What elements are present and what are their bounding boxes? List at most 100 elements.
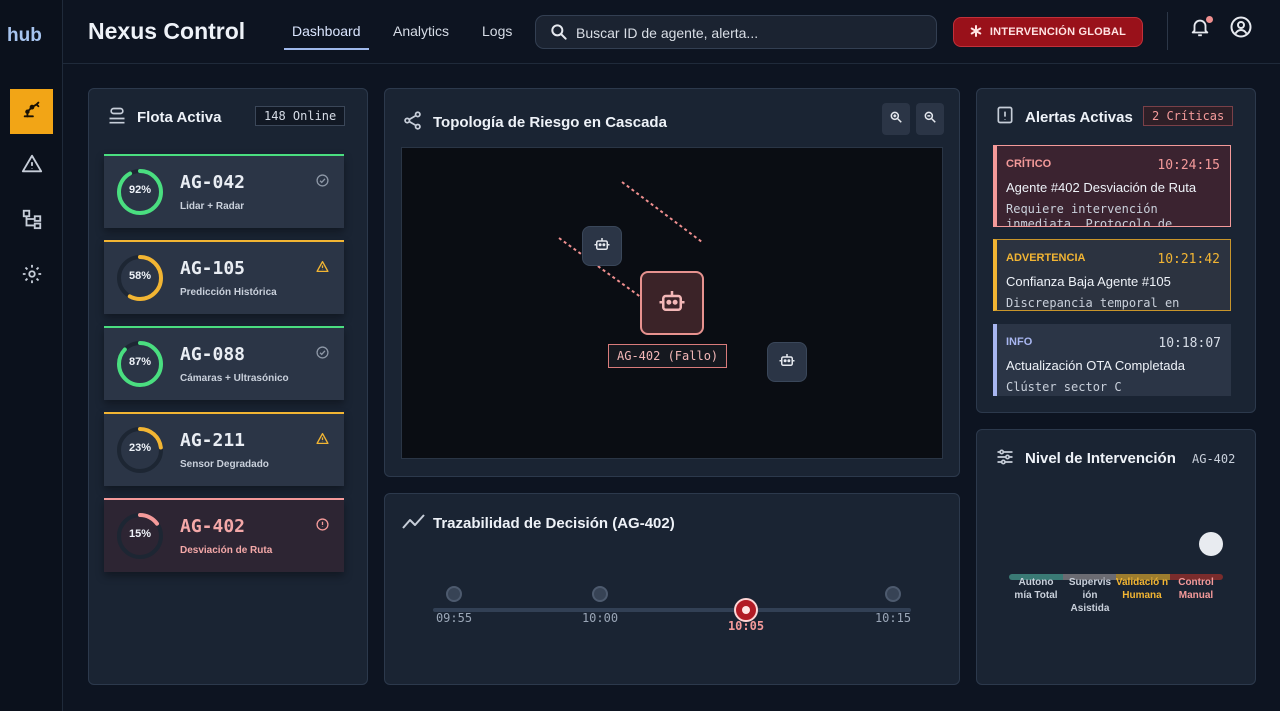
agent-id: AG-088 <box>180 344 246 365</box>
warning-icon <box>316 260 329 278</box>
agent-sensor: Predicción Histórica <box>180 287 277 298</box>
alerts-title: Alertas Activas <box>1025 109 1133 126</box>
zoom-out-button[interactable] <box>916 103 944 135</box>
timeline-point[interactable] <box>592 586 608 602</box>
agent-card[interactable]: 15% AG-402 Desviación de Ruta <box>104 498 344 572</box>
agent-sensor: Sensor Degradado <box>180 459 269 470</box>
sliders-icon <box>995 447 1015 472</box>
tab-analytics[interactable]: Analytics <box>393 23 449 39</box>
agent-sensor: Desviación de Ruta <box>180 545 273 556</box>
gear-icon <box>21 263 43 290</box>
alert-item[interactable]: INFO 10:18:07 Actualización OTA Completada… <box>993 324 1231 396</box>
level-validation-label[interactable]: Validació n Humana <box>1115 576 1169 602</box>
intervention-title: Nivel de Intervención <box>1025 450 1176 467</box>
agent-node[interactable] <box>767 342 807 382</box>
agent-sensor: Lidar + Radar <box>180 201 245 212</box>
alert-description: Discrepancia temporal en <box>1006 296 1180 310</box>
alert-title: Agente #402 Desviación de Ruta <box>1006 180 1197 195</box>
nav-settings[interactable] <box>10 254 53 299</box>
timeline-time: 09:55 <box>435 611 473 625</box>
agent-node[interactable] <box>582 226 622 266</box>
alert-time: 10:18:07 <box>1158 336 1221 351</box>
alert-title: Actualización OTA Completada <box>1006 358 1185 373</box>
tab-dashboard[interactable]: Dashboard <box>292 23 361 39</box>
alert-time: 10:21:42 <box>1157 252 1220 267</box>
topology-icon <box>21 208 43 235</box>
top-bar: Nexus Control Dashboard Analytics Logs B… <box>63 0 1280 64</box>
trend-icon <box>402 513 426 536</box>
alert-item[interactable]: ADVERTENCIA 10:21:42 Confianza Baja Agente… <box>993 239 1231 311</box>
agent-id: AG-211 <box>180 430 246 451</box>
alert-box-icon <box>995 105 1015 130</box>
alert-time: 10:24:15 <box>1157 158 1220 173</box>
topology-title: Topología de Riesgo en Cascada <box>433 114 667 131</box>
agent-sensor: Cámaras + Ultrasónico <box>180 373 289 384</box>
confidence-value: 15% <box>128 528 152 540</box>
level-supervision-label[interactable]: Supervis ión Asistida <box>1063 576 1117 615</box>
zoom-out-icon <box>923 110 937 129</box>
search-input[interactable]: Buscar ID de agente, alerta... <box>535 15 937 49</box>
robot-icon <box>778 351 796 374</box>
error-circle-icon <box>316 518 329 536</box>
fleet-panel: Flota Activa 148 Online 92% AG-042 Lidar +… <box>88 88 368 685</box>
check-circle-icon <box>316 174 329 192</box>
level-manual-label[interactable]: Control Manual <box>1169 576 1223 602</box>
nav-topology[interactable] <box>10 199 53 244</box>
alert-level: CRÍTICO <box>1006 158 1052 170</box>
warning-icon <box>316 432 329 450</box>
level-autonomy-label[interactable]: Autono mía Total <box>1009 576 1063 602</box>
tab-logs[interactable]: Logs <box>482 23 512 39</box>
topology-panel: Topología de Riesgo en Cascada AG-402 (F… <box>384 88 960 477</box>
robot-arm-icon <box>21 98 43 125</box>
timeline-time: 10:00 <box>581 611 619 625</box>
online-count-badge: 148 Online <box>255 106 346 126</box>
share-nodes-icon <box>402 110 423 136</box>
decision-trace-panel: Trazabilidad de Decisión (AG-402) 09:55 1… <box>384 493 960 685</box>
confidence-value: 58% <box>128 270 152 282</box>
confidence-value: 23% <box>128 442 152 454</box>
alerts-panel: Alertas Activas 2 Críticas CRÍTICO 10:24:… <box>976 88 1256 413</box>
intervention-slider-thumb[interactable] <box>1199 532 1223 556</box>
header-divider <box>1167 12 1168 50</box>
timeline-time: 10:05 <box>727 619 765 633</box>
timeline-point[interactable] <box>446 586 462 602</box>
global-intervention-label: INTERVENCIÓN GLOBAL <box>989 26 1127 38</box>
alert-title: Confianza Baja Agente #105 <box>1006 274 1171 289</box>
check-circle-icon <box>316 346 329 364</box>
timeline-time: 10:15 <box>874 611 912 625</box>
intervention-panel: Nivel de Intervención AG-402 Autono mía … <box>976 429 1256 685</box>
agent-card[interactable]: 87% AG-088 Cámaras + Ultrasónico <box>104 326 344 400</box>
alert-level: INFO <box>1006 336 1033 348</box>
active-tab-indicator <box>284 48 369 50</box>
agent-card[interactable]: 23% AG-211 Sensor Degradado <box>104 412 344 486</box>
agent-card[interactable]: 58% AG-105 Predicción Histórica <box>104 240 344 314</box>
user-avatar-icon[interactable] <box>1229 15 1253 44</box>
notification-dot <box>1206 16 1213 23</box>
search-placeholder: Buscar ID de agente, alerta... <box>576 25 759 41</box>
nav-alerts[interactable] <box>10 144 53 189</box>
failed-agent-node[interactable] <box>640 271 704 335</box>
zoom-in-button[interactable] <box>882 103 910 135</box>
critical-count-badge: 2 Críticas <box>1143 106 1234 126</box>
failed-node-label: AG-402 (Fallo) <box>608 344 728 368</box>
brand-logo[interactable]: hub <box>7 25 42 47</box>
timeline-point[interactable] <box>885 586 901 602</box>
topology-canvas[interactable]: AG-402 (Fallo) <box>401 147 943 459</box>
global-intervention-button[interactable]: INTERVENCIÓN GLOBAL <box>953 17 1143 47</box>
confidence-value: 87% <box>128 356 152 368</box>
app-title: Nexus Control <box>88 18 246 44</box>
robot-icon <box>657 286 687 321</box>
agent-id: AG-105 <box>180 258 246 279</box>
agent-id: AG-402 <box>180 516 246 537</box>
agent-id: AG-042 <box>180 172 246 193</box>
nav-fleet[interactable] <box>10 89 53 134</box>
search-icon <box>549 22 569 47</box>
alert-level: ADVERTENCIA <box>1006 252 1086 264</box>
side-rail: hub <box>0 0 63 711</box>
fleet-title: Flota Activa <box>137 109 222 126</box>
asterisk-icon <box>970 24 982 40</box>
alert-description: Clúster sector C <box>1006 380 1122 394</box>
alert-item[interactable]: CRÍTICO 10:24:15 Agente #402 Desviación de… <box>993 145 1231 227</box>
zoom-in-icon <box>889 110 903 129</box>
agent-card[interactable]: 92% AG-042 Lidar + Radar <box>104 154 344 228</box>
